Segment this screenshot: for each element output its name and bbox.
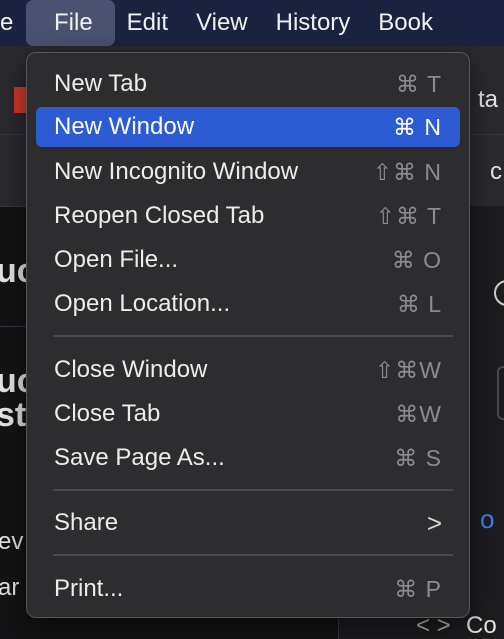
page-link-fragment[interactable]: o xyxy=(480,504,494,535)
menubar-item-bookmarks[interactable]: Book xyxy=(364,0,447,46)
menu-item-shortcut: ⇧⌘W xyxy=(375,356,442,383)
address-fragment: c xyxy=(490,158,502,185)
menu-item-label: New Incognito Window xyxy=(54,158,299,185)
menu-item-shortcut: ⌘ L xyxy=(396,290,442,317)
menu-item-shortcut: ⌘ S xyxy=(394,444,442,471)
menu-item-label: Save Page As... xyxy=(54,444,225,471)
menu-item-label: Close Window xyxy=(54,356,208,383)
page-title-fragment-2: st xyxy=(0,396,27,434)
menu-item-share[interactable]: Share > xyxy=(36,503,460,543)
menu-separator xyxy=(53,489,453,491)
tab-favicon-icon xyxy=(14,87,26,113)
menu-item-label: Print... xyxy=(54,575,124,602)
chevron-right-icon: > xyxy=(426,508,442,538)
file-menu: New Tab ⌘ T New Window ⌘ N New Incognito… xyxy=(26,52,470,618)
menu-separator xyxy=(53,335,453,337)
page-line-fragment-1: ev xyxy=(0,528,24,555)
screen: ta c uc uc st ev ar o < > Co e File Edit… xyxy=(0,0,504,639)
menu-item-save-page-as[interactable]: Save Page As... ⌘ S xyxy=(36,438,460,478)
menu-item-open-location[interactable]: Open Location... ⌘ L xyxy=(36,284,460,324)
menu-item-shortcut: ⌘ T xyxy=(395,70,442,97)
menubar-item-app[interactable]: e xyxy=(0,0,26,46)
menu-item-shortcut: ⌘ P xyxy=(394,575,442,602)
page-input-box xyxy=(497,366,504,420)
menu-item-label: Open Location... xyxy=(54,290,231,317)
menu-item-open-file[interactable]: Open File... ⌘ O xyxy=(36,240,460,280)
menu-bar: e File Edit View History Book xyxy=(0,0,504,46)
menu-item-shortcut: ⇧⌘ T xyxy=(375,202,442,229)
menu-item-shortcut: ⌘W xyxy=(395,400,442,427)
menu-item-new-incognito-window[interactable]: New Incognito Window ⇧⌘ N xyxy=(36,152,460,192)
menu-item-label: Reopen Closed Tab xyxy=(54,202,265,229)
menu-item-reopen-closed-tab[interactable]: Reopen Closed Tab ⇧⌘ T xyxy=(36,196,460,236)
code-text-fragment: Co xyxy=(466,612,497,639)
menu-item-shortcut: ⌘ O xyxy=(391,246,442,273)
menu-item-new-tab[interactable]: New Tab ⌘ T xyxy=(36,64,460,104)
menu-item-shortcut: ⌘ N xyxy=(393,113,442,140)
menubar-item-file[interactable]: File xyxy=(26,0,115,46)
menu-item-label: New Window xyxy=(54,113,195,140)
page-line-fragment-2: ar xyxy=(0,574,20,601)
menu-item-label: Share xyxy=(54,509,119,536)
tab-title-fragment: ta xyxy=(478,86,499,113)
menu-item-label: New Tab xyxy=(54,70,147,97)
menu-item-shortcut: ⇧⌘ N xyxy=(372,158,442,185)
menu-separator xyxy=(53,554,453,556)
menu-item-close-window[interactable]: Close Window ⇧⌘W xyxy=(36,350,460,390)
menu-item-new-window[interactable]: New Window ⌘ N xyxy=(36,107,460,147)
menubar-item-history[interactable]: History xyxy=(262,0,365,46)
menu-item-label: Open File... xyxy=(54,246,179,273)
menu-item-close-tab[interactable]: Close Tab ⌘W xyxy=(36,394,460,434)
menubar-item-edit[interactable]: Edit xyxy=(115,0,182,46)
menubar-item-view[interactable]: View xyxy=(182,0,262,46)
menu-item-label: Close Tab xyxy=(54,400,161,427)
menu-item-print[interactable]: Print... ⌘ P xyxy=(36,569,460,609)
